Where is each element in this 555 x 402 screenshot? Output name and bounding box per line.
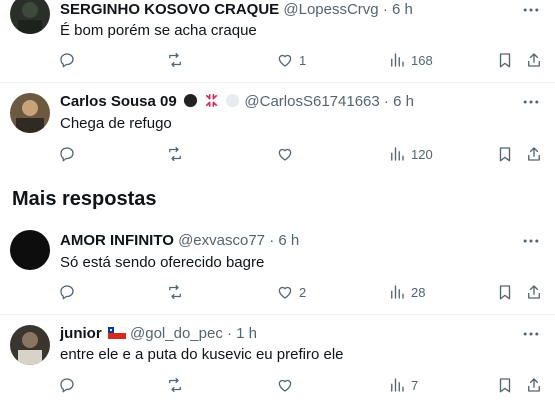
tweet-header: junior @gol_do_pec · 1 h bbox=[60, 324, 257, 344]
share-icon bbox=[528, 147, 540, 161]
views-icon bbox=[391, 147, 404, 161]
retweet-button[interactable] bbox=[166, 144, 189, 164]
view-count: 28 bbox=[411, 284, 426, 300]
retweet-icon bbox=[169, 146, 181, 162]
share-icon bbox=[528, 53, 540, 67]
reply-button[interactable] bbox=[58, 375, 81, 395]
tweet-header: AMOR INFINITO @exvasco77 · 6 h bbox=[60, 231, 299, 251]
like-icon bbox=[278, 286, 292, 299]
action-bar: 2 28 bbox=[58, 282, 548, 302]
like-count: 1 bbox=[299, 52, 307, 68]
separator-dot: · bbox=[227, 325, 232, 342]
view-count: 168 bbox=[411, 52, 433, 68]
reply-tweet[interactable]: junior @gol_do_pec · 1 h entre ele e a p… bbox=[0, 315, 555, 402]
bookmark-icon bbox=[499, 378, 511, 393]
bookmark-icon bbox=[499, 285, 511, 300]
more-replies-heading: Mais respostas bbox=[12, 188, 157, 210]
view-count: 120 bbox=[411, 146, 433, 162]
author-name[interactable]: AMOR INFINITO bbox=[60, 232, 174, 249]
author-handle[interactable]: @CarlosS61741663 bbox=[244, 93, 379, 110]
like-button[interactable]: 2 bbox=[276, 282, 306, 302]
separator-dot: · bbox=[382, 1, 388, 18]
reply-tweet[interactable]: Carlos Sousa 09 @CarlosS61741663 · 6 h C… bbox=[0, 83, 555, 176]
author-handle[interactable]: @LopessCrvg bbox=[283, 1, 378, 18]
author-name[interactable]: SERGINHO KOSOVO CRAQUE bbox=[60, 1, 279, 18]
avatar[interactable] bbox=[10, 93, 50, 133]
black-circle-emoji-icon bbox=[183, 93, 197, 108]
reply-tweet[interactable]: SERGINHO KOSOVO CRAQUE @LopessCrvg · 6 h… bbox=[0, 0, 555, 82]
chile-flag-emoji-icon bbox=[107, 327, 126, 339]
avatar[interactable] bbox=[10, 0, 50, 34]
author-handle[interactable]: @gol_do_pec bbox=[130, 325, 223, 342]
share-button[interactable] bbox=[525, 282, 543, 302]
reply-button[interactable] bbox=[58, 144, 81, 164]
share-icon bbox=[528, 285, 540, 299]
like-icon bbox=[278, 379, 292, 392]
tweet-text: entre ele e a puta do kusevic eu prefiro… bbox=[60, 346, 344, 363]
reply-icon bbox=[60, 147, 74, 162]
separator-dot: · bbox=[269, 232, 275, 249]
retweet-icon bbox=[169, 377, 181, 393]
like-button[interactable] bbox=[276, 375, 299, 395]
bookmark-button[interactable] bbox=[496, 144, 514, 164]
views-button[interactable]: 28 bbox=[388, 282, 425, 302]
action-bar: 1 168 bbox=[58, 50, 548, 70]
timestamp[interactable]: 1 h bbox=[236, 325, 257, 342]
action-bar: 7 bbox=[58, 375, 548, 395]
timestamp[interactable]: 6 h bbox=[393, 93, 414, 110]
tweet-text: Chega de refugo bbox=[60, 115, 172, 132]
views-button[interactable]: 168 bbox=[388, 50, 433, 70]
retweet-icon bbox=[169, 52, 181, 68]
like-icon bbox=[278, 54, 292, 67]
views-button[interactable]: 120 bbox=[388, 144, 433, 164]
more-icon[interactable] bbox=[521, 0, 541, 20]
bookmark-button[interactable] bbox=[496, 375, 514, 395]
avatar[interactable] bbox=[10, 325, 50, 365]
view-count: 7 bbox=[411, 377, 419, 393]
bookmark-icon bbox=[499, 147, 511, 162]
reply-tweet[interactable]: AMOR INFINITO @exvasco77 · 6 h Só está s… bbox=[0, 222, 555, 314]
timestamp[interactable]: 6 h bbox=[392, 1, 413, 18]
bookmark-button[interactable] bbox=[496, 282, 514, 302]
reply-icon bbox=[60, 53, 74, 68]
author-handle[interactable]: @exvasco77 bbox=[178, 232, 265, 249]
separator-dot: · bbox=[383, 93, 389, 110]
tweet-text: Só está sendo oferecido bagre bbox=[60, 254, 265, 271]
retweet-icon bbox=[169, 284, 181, 300]
tweet-header: SERGINHO KOSOVO CRAQUE @LopessCrvg · 6 h bbox=[60, 0, 413, 20]
more-icon[interactable] bbox=[521, 324, 541, 344]
share-button[interactable] bbox=[525, 144, 543, 164]
like-button[interactable] bbox=[276, 144, 299, 164]
share-button[interactable] bbox=[525, 50, 543, 70]
views-icon bbox=[391, 378, 404, 392]
tweet-text: É bom porém se acha craque bbox=[60, 22, 257, 39]
share-icon bbox=[528, 378, 540, 392]
views-icon bbox=[391, 53, 404, 67]
reply-icon bbox=[60, 285, 74, 300]
retweet-button[interactable] bbox=[166, 50, 189, 70]
more-icon[interactable] bbox=[521, 231, 541, 251]
author-name[interactable]: junior bbox=[60, 325, 102, 342]
like-icon bbox=[278, 148, 292, 161]
retweet-button[interactable] bbox=[166, 375, 189, 395]
bookmark-button[interactable] bbox=[496, 50, 514, 70]
share-button[interactable] bbox=[525, 375, 543, 395]
like-count: 2 bbox=[299, 284, 307, 300]
white-circle-emoji-icon bbox=[226, 93, 240, 108]
like-button[interactable]: 1 bbox=[276, 50, 306, 70]
reply-icon bbox=[60, 378, 74, 393]
bookmark-icon bbox=[499, 53, 511, 68]
anger-symbol-emoji-icon bbox=[206, 94, 218, 107]
reply-button[interactable] bbox=[58, 50, 81, 70]
views-button[interactable]: 7 bbox=[388, 375, 418, 395]
views-icon bbox=[391, 285, 404, 299]
tweet-header: Carlos Sousa 09 @CarlosS61741663 · 6 h bbox=[60, 92, 414, 112]
reply-button[interactable] bbox=[58, 282, 81, 302]
more-icon[interactable] bbox=[521, 92, 541, 112]
action-bar: 120 bbox=[58, 144, 548, 164]
author-name[interactable]: Carlos Sousa 09 bbox=[60, 93, 177, 110]
retweet-button[interactable] bbox=[166, 282, 189, 302]
avatar[interactable] bbox=[10, 230, 50, 270]
timestamp[interactable]: 6 h bbox=[278, 232, 299, 249]
